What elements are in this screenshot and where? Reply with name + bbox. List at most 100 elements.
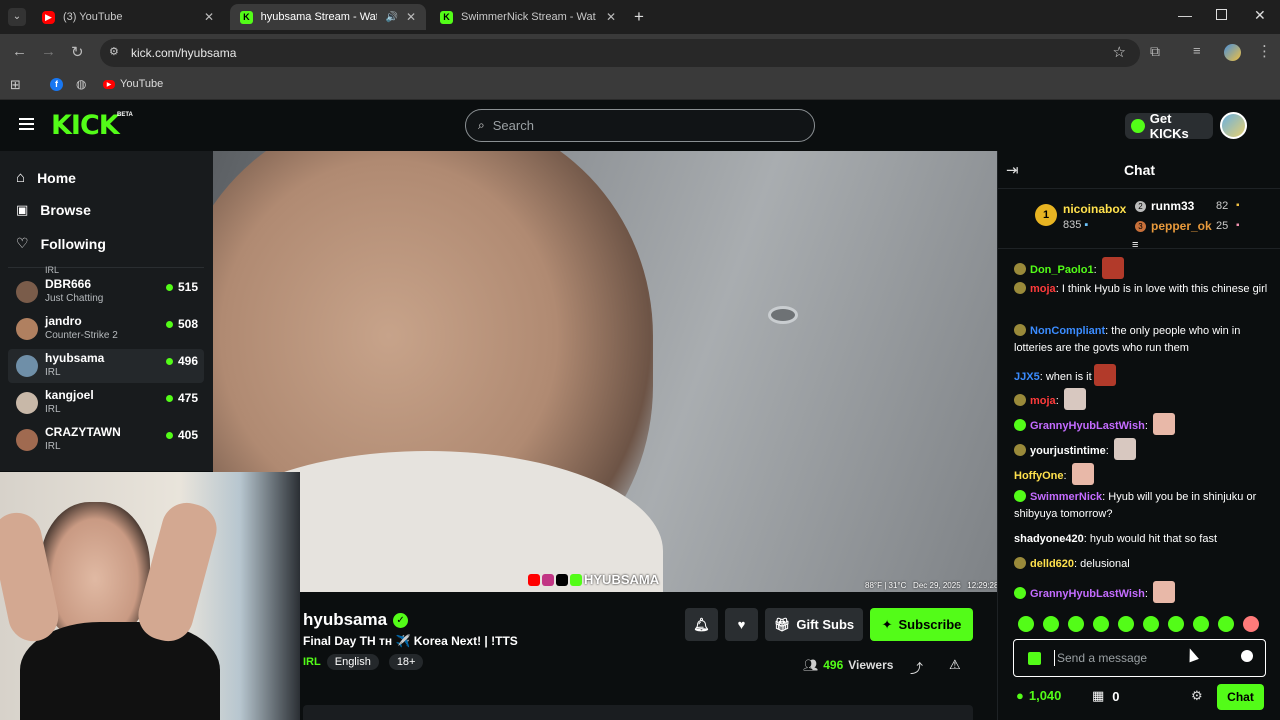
video-player[interactable]: HYUBSAMA 88°F | 31°C Dec 29, 2025 12:29:… <box>213 151 997 592</box>
text-cursor <box>1054 650 1055 666</box>
kicks-coin-icon <box>1131 119 1145 133</box>
restore-button[interactable] <box>1216 9 1227 20</box>
site-info-icon[interactable]: ⚙ <box>109 45 119 58</box>
avatar <box>16 429 38 451</box>
chat-username[interactable]: moja <box>1030 283 1056 295</box>
new-tab-button[interactable]: + <box>634 7 644 27</box>
browser-menu-icon[interactable]: ⋮ <box>1257 42 1272 60</box>
sidebar-channel-crazytawn[interactable]: CRAZYTAWN IRL 405 <box>8 423 204 457</box>
chat-username[interactable]: moja <box>1030 395 1056 407</box>
nav-home[interactable]: ⌂ Home <box>16 169 76 186</box>
reload-icon[interactable]: ↻ <box>71 43 84 61</box>
chat-username[interactable]: JJX5 <box>1014 371 1040 383</box>
kicks-balance[interactable]: ● 1,040 <box>1016 688 1061 703</box>
share-icon[interactable]: ⤴ <box>910 658 923 677</box>
close-tab-icon[interactable]: ✕ <box>606 10 616 24</box>
stream-watermark: HYUBSAMA <box>528 572 659 587</box>
back-icon[interactable]: ← <box>12 43 27 60</box>
emote-icon[interactable] <box>1118 616 1134 632</box>
hamburger-menu-icon[interactable] <box>19 118 34 130</box>
extensions-icon[interactable]: ⧉ <box>1150 43 1160 60</box>
chat-input[interactable]: Send a message <box>1013 639 1266 677</box>
search-input[interactable]: ⌕ Search <box>465 109 815 142</box>
forward-icon[interactable]: → <box>41 43 56 60</box>
emoji-picker-icon[interactable] <box>1241 650 1253 662</box>
close-tab-icon[interactable]: ✕ <box>204 10 214 24</box>
gift-subs-label: Gift Subs <box>796 617 855 632</box>
tab-hyubsama[interactable]: K hyubsama Stream - Watch L 🔊 ✕ <box>230 4 426 30</box>
sidebar-channel-dbr666[interactable]: DBR666 Just Chatting 515 <box>8 275 204 309</box>
nav-label: Following <box>40 235 106 252</box>
sidebar-channel-kangjoel[interactable]: kangjoel IRL 475 <box>8 386 204 420</box>
tab-youtube[interactable]: ▶ (3) YouTube ✕ <box>32 4 224 30</box>
bookmark-star-icon[interactable]: ☆ <box>1113 43 1126 61</box>
live-dot-icon <box>165 357 173 365</box>
chat-username[interactable]: yourjustintime <box>1030 445 1106 457</box>
emote-icon[interactable] <box>1093 616 1109 632</box>
media-control-icon[interactable]: ≡ <box>1193 43 1201 58</box>
chat-message: moja: I think Hyub is in love with this … <box>1014 281 1269 298</box>
browser-tab-bar: ⌄ ▶ (3) YouTube ✕ K hyubsama Stream - Wa… <box>0 0 1280 34</box>
tag-pill[interactable]: English <box>326 654 379 670</box>
subscribe-button[interactable]: ✦ Subscribe <box>870 608 973 641</box>
sidebar-channel-jandro[interactable]: jandro Counter-Strike 2 508 <box>8 312 204 346</box>
nav-label: Home <box>37 169 76 186</box>
gift-icon: ▪ <box>1084 219 1089 231</box>
chat-settings-icon[interactable]: ⚙ <box>1191 688 1203 704</box>
viewer-count: 👥︎ 496 Viewers <box>803 658 893 672</box>
globe-bookmark-icon[interactable]: ◍ <box>76 77 86 91</box>
emote-image <box>1101 257 1124 279</box>
chat-username[interactable]: SwimmerNick <box>1030 491 1102 503</box>
apps-grid-icon[interactable]: ⊞ <box>10 77 21 93</box>
chat-username[interactable]: NonCompliant <box>1030 325 1105 337</box>
report-warning-icon[interactable]: ⚠ <box>949 657 961 673</box>
chat-username[interactable]: GrannyHyubLastWish <box>1030 420 1145 432</box>
emote-icon[interactable] <box>1143 616 1159 632</box>
gift-icon: 🎁︎ <box>773 616 791 632</box>
emote-icon[interactable] <box>1218 616 1234 632</box>
emote-icon[interactable] <box>1043 616 1059 632</box>
url-field[interactable]: ⚙ kick.com/hyubsama ☆ <box>100 39 1140 67</box>
chat-username[interactable]: HoffyOne <box>1014 470 1064 482</box>
expand-leaderboard-icon[interactable]: ≡ <box>1132 239 1138 251</box>
gift-icon: ▪ <box>1236 200 1240 211</box>
emote-icon[interactable] <box>1193 616 1209 632</box>
x-icon <box>556 573 568 586</box>
speaker-icon[interactable]: 🔊 <box>385 12 397 23</box>
emote-icon[interactable] <box>1168 616 1184 632</box>
chat-username[interactable]: Don_Paolo1 <box>1030 264 1094 276</box>
chat-username[interactable]: delld620 <box>1030 558 1074 570</box>
nav-browse[interactable]: ▣ Browse <box>16 202 91 218</box>
sidebar-channel-hyubsama[interactable]: hyubsama IRL 496 <box>8 349 204 383</box>
tab-title: hyubsama Stream - Watch L <box>260 11 378 23</box>
kick-icon <box>570 573 582 586</box>
emote-icon[interactable] <box>1018 616 1034 632</box>
channel-category: IRL <box>45 404 61 415</box>
nav-following[interactable]: ♡ Following <box>16 235 106 252</box>
tab-list-dropdown[interactable]: ⌄ <box>8 8 26 26</box>
youtube-bookmark[interactable]: ▶ YouTube <box>103 78 163 90</box>
category-link[interactable]: IRL <box>303 656 321 668</box>
get-kicks-button[interactable]: Get KICKs <box>1125 111 1213 141</box>
profile-avatar[interactable] <box>1224 44 1241 61</box>
tag-pill[interactable]: 18+ <box>388 654 424 670</box>
user-avatar[interactable] <box>1220 112 1247 139</box>
minimize-button[interactable]: — <box>1178 7 1192 23</box>
tab-swimmernick[interactable]: K SwimmerNick Stream - Watch L ✕ <box>430 4 626 30</box>
emote-icon[interactable] <box>1243 616 1259 632</box>
gift-subs-button[interactable]: 🎁︎ Gift Subs <box>765 608 863 641</box>
chat-username[interactable]: shadyone420 <box>1014 533 1084 545</box>
gifts-count-value: 0 <box>1112 688 1120 704</box>
chat-message: shadyone420: hyub would hit that so fast <box>1014 531 1269 548</box>
channel-name[interactable]: hyubsama ✓ <box>303 610 409 630</box>
close-tab-icon[interactable]: ✕ <box>406 10 416 24</box>
facebook-bookmark-icon[interactable]: f <box>50 78 63 91</box>
chat-username[interactable]: GrannyHyubLastWish <box>1030 588 1145 600</box>
close-window-button[interactable]: ✕ <box>1254 7 1266 24</box>
follow-button[interactable]: ♥ <box>725 608 758 641</box>
kick-logo[interactable]: KICK BETA <box>51 110 133 141</box>
emote-icon[interactable] <box>1068 616 1084 632</box>
notification-bell-button[interactable]: 🔔︎ <box>685 608 718 641</box>
send-chat-button[interactable]: Chat <box>1217 684 1264 710</box>
gifts-count[interactable]: ▦ 0 <box>1092 688 1120 704</box>
